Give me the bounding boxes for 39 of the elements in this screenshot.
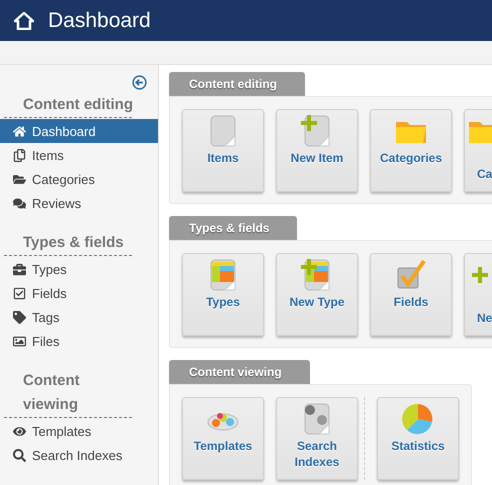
sidebar-heading: Content viewing	[23, 371, 81, 415]
sidebar-heading: Content editing	[23, 95, 134, 115]
sidebar-item[interactable]: Categories	[0, 167, 158, 191]
plus-icon	[471, 266, 489, 284]
sidebar-item[interactable]: Tags	[0, 305, 158, 329]
sidebar-item[interactable]: Types	[0, 257, 158, 281]
sidebar-heading: Types & fields	[23, 233, 125, 253]
dashboard-button[interactable]: Fields	[370, 253, 452, 336]
home-icon	[14, 12, 34, 30]
page-title: Dashboard	[48, 8, 151, 32]
checkbox-icon	[13, 286, 26, 300]
tag-icon	[13, 310, 26, 324]
dashboard-button[interactable]: Types	[182, 253, 264, 336]
sidebar-item[interactable]: Reviews	[0, 191, 158, 215]
dashboard-button[interactable]: Templates	[182, 397, 264, 480]
dashboard-button[interactable]: New Item	[276, 109, 358, 192]
sidebar-item[interactable]: Dashboard	[0, 119, 158, 143]
pie-chart-icon	[401, 402, 435, 436]
collapse-icon[interactable]	[132, 75, 147, 90]
folder-icon	[13, 172, 26, 186]
sidebar-item[interactable]: Templates	[0, 419, 158, 443]
dashboard-button[interactable]: Ca	[464, 109, 492, 192]
dashboard-button[interactable]: Ne	[464, 253, 492, 336]
home-icon	[13, 124, 26, 138]
image-icon	[13, 334, 26, 348]
dashboard-button[interactable]: New Type	[276, 253, 358, 336]
dashboard-button[interactable]: Statistics	[377, 397, 459, 480]
dashboard-button[interactable]: Categories	[370, 109, 452, 192]
sidebar-item[interactable]: Fields	[0, 281, 158, 305]
copy-icon	[13, 148, 26, 162]
sidebar-item[interactable]: Files	[0, 329, 158, 353]
comments-icon	[13, 196, 26, 210]
eye-icon	[13, 424, 26, 438]
briefcase-icon	[13, 262, 26, 276]
sidebar-item[interactable]: Items	[0, 143, 158, 167]
dashboard-button[interactable]: Items	[182, 109, 264, 192]
dashboard-button[interactable]: Search Indexes	[276, 397, 358, 480]
search-icon	[13, 448, 26, 462]
sidebar-item[interactable]: Search Indexes	[0, 443, 158, 467]
